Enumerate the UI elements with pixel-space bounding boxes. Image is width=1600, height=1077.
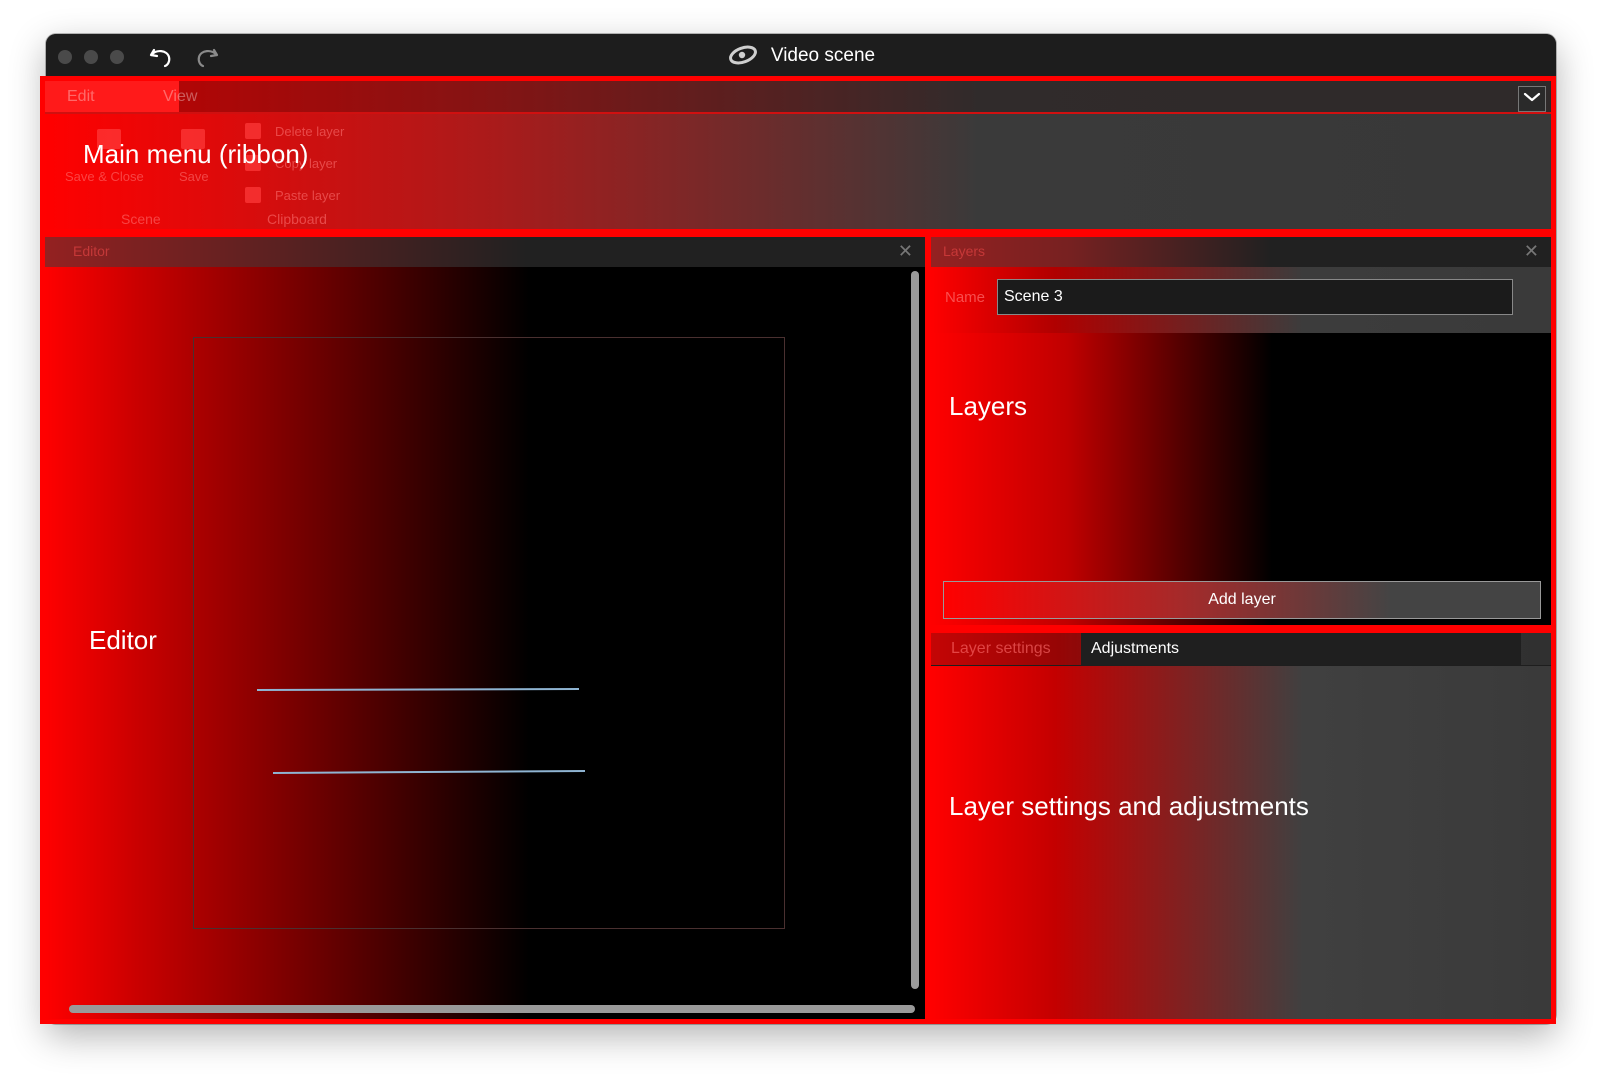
- tab-layer-settings-label: Layer settings: [951, 640, 1051, 657]
- tab-edit-label: Edit: [67, 87, 95, 105]
- editor-vertical-scrollbar[interactable]: [911, 271, 919, 989]
- settings-tab-bar: Layer settings Adjustments: [931, 633, 1551, 666]
- scene-name-label: Name: [945, 289, 986, 306]
- ribbon-overlay-label: Main menu (ribbon): [83, 139, 309, 169]
- delete-layer-icon: [245, 123, 261, 139]
- ribbon-group-clipboard-label: Clipboard: [267, 211, 327, 227]
- add-layer-button[interactable]: Add layer: [943, 581, 1541, 619]
- editor-overlay-label: Editor: [89, 625, 157, 655]
- main-menu-ribbon: Edit View Save & Close Save Scene Delete…: [40, 76, 1556, 234]
- title-bar: Video scene: [46, 34, 1556, 78]
- tab-adjustments[interactable]: Adjustments: [1081, 633, 1521, 665]
- save-button[interactable]: Save: [179, 169, 209, 184]
- paste-layer-icon: [245, 187, 261, 203]
- delete-layer-button[interactable]: Delete layer: [275, 124, 344, 139]
- layer-settings-panel: Layer settings Adjustments Layer setting…: [926, 628, 1556, 1024]
- paste-layer-button[interactable]: Paste layer: [275, 188, 340, 203]
- ribbon-group-scene-label: Scene: [121, 211, 161, 227]
- layers-overlay-label: Layers: [949, 391, 1028, 421]
- tab-view-label: View: [163, 87, 198, 105]
- close-icon[interactable]: ✕: [1524, 242, 1539, 260]
- layers-panel-title: Layers: [943, 243, 986, 259]
- chevron-down-icon: [1523, 90, 1541, 108]
- canvas-line: [272, 770, 586, 774]
- canvas-line: [256, 688, 580, 691]
- scene-name-row: Name Scene 3: [931, 267, 1551, 333]
- layer-list[interactable]: [931, 333, 1551, 577]
- editor-canvas-lines: [256, 688, 586, 774]
- settings-overlay-label: Layer settings and adjustments: [949, 791, 1309, 821]
- save-close-button[interactable]: Save & Close: [65, 169, 144, 184]
- layers-panel-header: Layers ✕: [931, 237, 1551, 267]
- app-logo-icon: [727, 42, 759, 71]
- window-title-group: Video scene: [46, 34, 1556, 78]
- ribbon-tab-bar: Edit View: [45, 81, 1551, 114]
- editor-horizontal-scrollbar[interactable]: [69, 1005, 915, 1013]
- window-title: Video scene: [770, 45, 876, 66]
- tab-view[interactable]: View: [141, 81, 219, 112]
- tab-layer-settings[interactable]: Layer settings: [941, 633, 1061, 665]
- tab-adjustments-label: Adjustments: [1091, 640, 1180, 657]
- scene-name-field[interactable]: Scene 3: [997, 279, 1513, 315]
- ribbon-collapse-button[interactable]: [1518, 86, 1546, 112]
- editor-panel: Editor ✕ Editor: [40, 232, 930, 1024]
- layers-panel: Layers ✕ Name Scene 3 Add layer Layers: [926, 232, 1556, 630]
